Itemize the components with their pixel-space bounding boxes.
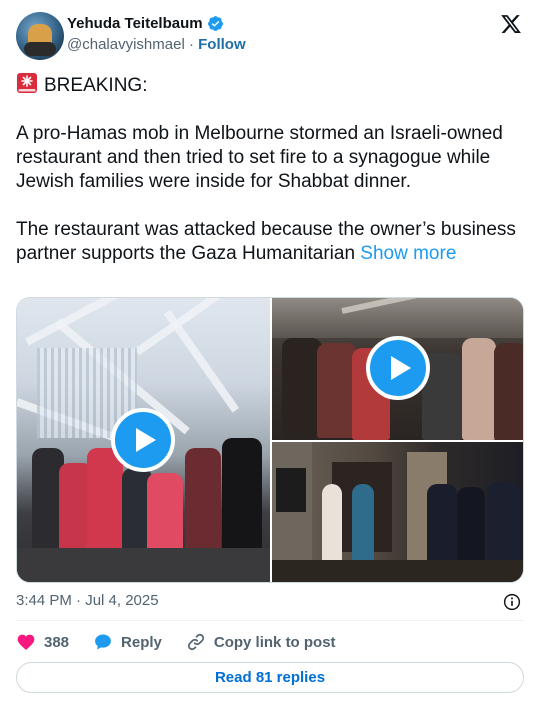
heart-icon (17, 634, 35, 650)
like-count: 388 (44, 633, 70, 651)
copy-link-button[interactable]: Copy link to post (186, 632, 336, 652)
action-bar: 388 Reply Copy link to post (16, 630, 336, 654)
play-button-left[interactable] (111, 408, 175, 472)
read-replies-button[interactable]: Read 81 replies (16, 662, 524, 693)
reply-button[interactable]: Reply (93, 632, 162, 652)
media-grid (16, 297, 524, 583)
play-button-top-right[interactable] (366, 336, 430, 400)
copy-link-label: Copy link to post (213, 633, 336, 651)
info-icon[interactable] (503, 593, 521, 611)
show-more-link[interactable]: Show more (360, 243, 456, 264)
divider (16, 620, 524, 621)
tweet-paragraph-2: The restaurant was attacked because the … (16, 218, 526, 266)
reply-label: Reply (121, 633, 162, 651)
tweet-embed: Yehuda Teitelbaum @chalavyishmael · Foll… (0, 0, 540, 709)
video-thumbnail-top-right[interactable] (272, 298, 523, 440)
handle-separator: · (184, 36, 199, 53)
verified-badge-icon (207, 16, 223, 31)
link-icon (187, 633, 204, 651)
author-handle[interactable]: @chalavyishmael (67, 36, 185, 53)
like-button[interactable]: 388 (16, 632, 69, 652)
author-display-name[interactable]: Yehuda Teitelbaum (67, 15, 203, 32)
avatar[interactable] (16, 12, 64, 60)
tweet-headline: BREAKING: (16, 72, 526, 98)
tweet-line1: BREAKING: (44, 75, 148, 96)
tweet-paragraph-1: A pro-Hamas mob in Melbourne stormed an … (16, 123, 503, 192)
follow-link[interactable]: Follow (198, 36, 246, 53)
tweet-timestamp[interactable]: 3:44 PM · Jul 4, 2025 (16, 592, 159, 609)
rotating-light-icon (17, 73, 37, 93)
reply-bubble-icon (95, 634, 111, 650)
author-handle-row: @chalavyishmael · Follow (67, 36, 246, 53)
image-thumbnail-bottom-right[interactable] (272, 442, 523, 582)
tweet-text: BREAKING: A pro-Hamas mob in Melbourne s… (16, 72, 526, 266)
video-thumbnail-left[interactable] (17, 298, 270, 582)
x-logo-icon[interactable] (499, 13, 523, 35)
author-name-row[interactable]: Yehuda Teitelbaum (67, 15, 224, 32)
